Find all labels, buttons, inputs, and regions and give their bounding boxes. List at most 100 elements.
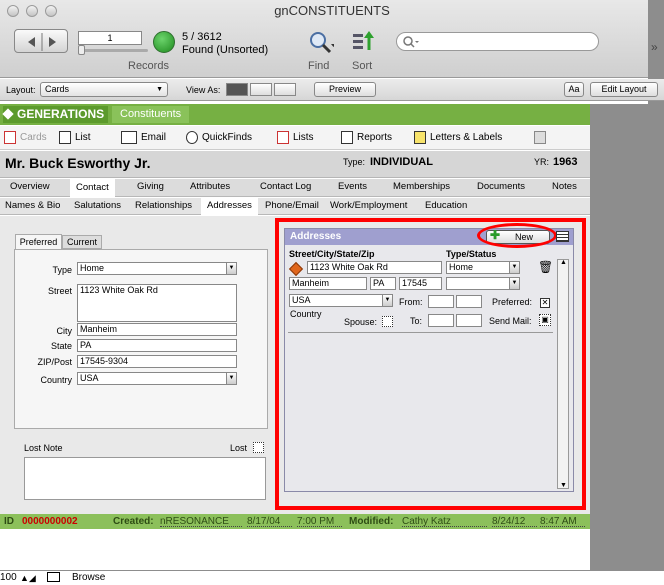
zoom-mountains-icon[interactable]: ▲◢ (20, 573, 36, 584)
tab-names-bio[interactable]: Names & Bio (5, 200, 60, 211)
address-street-field[interactable]: 1123 White Oak Rd (307, 261, 442, 274)
address-country-select[interactable]: USA ▼ (289, 294, 393, 307)
address-country-label: Country (290, 309, 322, 319)
edit-layout-button[interactable]: Edit Layout (590, 82, 658, 97)
tab-notes[interactable]: Notes (552, 181, 577, 192)
address-type-select[interactable]: Home ▼ (446, 261, 520, 274)
type-value: INDIVIDUAL (370, 156, 433, 168)
text-formatting-button[interactable]: Aa (564, 82, 584, 97)
find-button[interactable] (308, 30, 336, 57)
spouse-label: Spouse: (344, 317, 378, 327)
gift-icon[interactable] (534, 131, 546, 144)
report-icon (341, 131, 353, 144)
tab-addresses[interactable]: Addresses (201, 198, 258, 215)
scroll-down-arrow-icon[interactable]: ▼ (560, 482, 567, 489)
to-field-1[interactable] (428, 314, 454, 327)
cards-nav[interactable]: Cards (4, 131, 47, 144)
tab-attributes[interactable]: Attributes (190, 181, 230, 192)
zoom-level[interactable]: 100 (0, 572, 17, 583)
record-number-field[interactable]: 1 (78, 31, 142, 45)
zip-field[interactable]: 17545-9304 (77, 355, 237, 368)
layout-select-value: Cards (45, 84, 70, 94)
send-mail-checkbox[interactable]: ▣ (539, 314, 551, 326)
tab-phone-email[interactable]: Phone/Email (265, 200, 319, 211)
list-nav[interactable]: List (59, 131, 91, 144)
chevron-down-icon: ▼ (382, 295, 392, 306)
row-divider (288, 332, 553, 333)
reports-nav[interactable]: Reports (341, 131, 392, 144)
list-label: List (75, 132, 91, 143)
tab-documents[interactable]: Documents (477, 181, 525, 192)
list-menu-icon[interactable] (556, 231, 569, 242)
addresses-scrollbar[interactable]: ▲ ▼ (557, 259, 569, 489)
status-toolbar-toggle-icon[interactable] (47, 572, 60, 582)
module-label: Constituents (112, 106, 190, 123)
record-slider-knob[interactable] (78, 45, 85, 55)
country-select[interactable]: USA ▼ (77, 372, 237, 385)
sort-button[interactable] (351, 30, 377, 57)
letter-icon (414, 131, 426, 144)
search-icon (403, 36, 419, 48)
street-field[interactable]: 1123 White Oak Rd (77, 284, 237, 322)
quickfinds-nav[interactable]: QuickFinds (186, 131, 252, 144)
preferred-checkbox[interactable]: ✕ (540, 298, 550, 308)
tab-overview[interactable]: Overview (10, 181, 50, 192)
tab-education[interactable]: Education (425, 200, 467, 211)
tab-events[interactable]: Events (338, 181, 367, 192)
address-status-select[interactable]: ▼ (446, 277, 520, 290)
scroll-up-arrow-icon[interactable]: ▲ (560, 259, 567, 266)
from-field-1[interactable] (428, 295, 454, 308)
type-label: Type: (343, 157, 366, 167)
view-as-list-button[interactable] (250, 83, 272, 96)
tab-contact-log[interactable]: Contact Log (260, 181, 311, 192)
address-city-field[interactable]: Manheim (289, 277, 367, 290)
record-slider[interactable] (78, 49, 148, 52)
tab-giving[interactable]: Giving (137, 181, 164, 192)
app-window: gnCONSTITUENTS 1 Records 5 / 3612 Found … (0, 0, 664, 570)
modified-date: 8/24/12 (492, 516, 537, 527)
record-navigator[interactable] (14, 29, 68, 53)
sort-label: Sort (352, 60, 373, 72)
tab-contact[interactable]: Contact (70, 179, 115, 197)
country-field-label: Country (40, 375, 72, 385)
tab-memberships[interactable]: Memberships (393, 181, 450, 192)
id-label: ID (4, 516, 14, 527)
lost-checkbox[interactable] (253, 442, 264, 453)
state-field[interactable]: PA (77, 339, 237, 352)
view-as-label: View As: (186, 85, 221, 95)
record-name: Mr. Buck Esworthy Jr. (5, 155, 151, 171)
address-country-value: USA (292, 295, 311, 305)
view-as-table-button[interactable] (274, 83, 296, 96)
records-label: Records (128, 60, 169, 72)
type-select[interactable]: Home ▼ (77, 262, 237, 275)
spouse-checkbox[interactable] (382, 316, 393, 327)
tab-salutations[interactable]: Salutations (74, 200, 121, 211)
chevron-down-icon: ▼ (226, 263, 236, 274)
from-field-2[interactable] (456, 295, 482, 308)
tab-preferred[interactable]: Preferred (15, 234, 62, 250)
preview-button[interactable]: Preview (314, 82, 376, 97)
city-field[interactable]: Manheim (77, 323, 237, 336)
address-state-field[interactable]: PA (370, 277, 396, 290)
lost-note-field[interactable] (24, 457, 266, 500)
lists-nav[interactable]: Lists (277, 131, 314, 144)
tab-relationships[interactable]: Relationships (135, 200, 192, 211)
email-nav[interactable]: Email (121, 131, 166, 144)
found-set-pie-icon (153, 31, 175, 53)
tab-current[interactable]: Current (62, 235, 102, 249)
tab-work-employment[interactable]: Work/Employment (330, 200, 407, 211)
chevron-down-icon: ▼ (509, 278, 519, 289)
street-column-header: Street/City/State/Zip (289, 249, 375, 259)
mode-label[interactable]: Browse (72, 572, 105, 583)
address-type-value: Home (449, 262, 474, 272)
layout-select[interactable]: Cards ▼ (40, 82, 168, 97)
toolbar-overflow-chevron-icon[interactable]: » (651, 40, 658, 54)
to-field-2[interactable] (456, 314, 482, 327)
search-input[interactable] (396, 32, 599, 51)
book-nav-icon (28, 33, 56, 51)
trash-icon[interactable]: 🗑 (538, 260, 553, 274)
list-icon (59, 131, 71, 144)
letters-nav[interactable]: Letters & Labels (414, 131, 502, 144)
view-as-form-button[interactable] (226, 83, 248, 96)
address-zip-field[interactable]: 17545 (399, 277, 442, 290)
